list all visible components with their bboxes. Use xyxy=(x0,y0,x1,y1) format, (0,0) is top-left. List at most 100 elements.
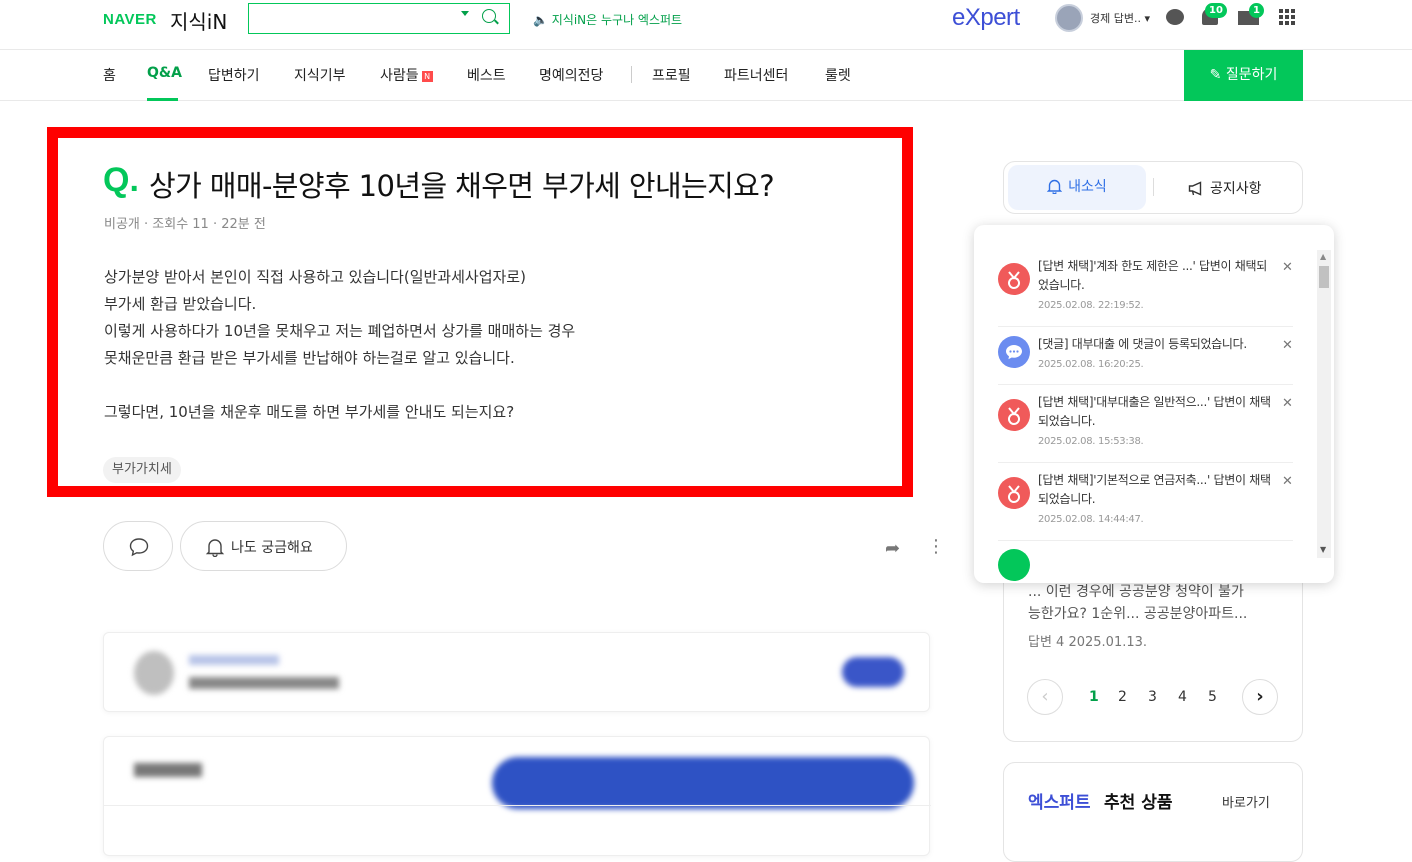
notification-text: [댓글] 대부대출 에 댓글이 등록되었습니다. xyxy=(1038,337,1247,351)
related-meta: 답변 4 2025.01.13. xyxy=(1028,635,1148,650)
notification-item[interactable]: [답변 채택]'대부대출은 일반적으...' 답변이 채택되었습니다. 2025… xyxy=(998,393,1293,463)
expert-view-all-link[interactable]: 바로가기 xyxy=(1222,792,1270,811)
page-3[interactable]: 3 xyxy=(1148,689,1157,705)
expert-logo[interactable]: eXpert xyxy=(952,4,1020,32)
notification-date: 2025.02.08. 14:44:47. xyxy=(1038,514,1144,525)
nav-divider xyxy=(631,66,632,83)
scroll-up-arrow-icon[interactable]: ▲ xyxy=(1320,252,1326,261)
bell-plus-icon xyxy=(205,539,225,557)
body-line: 못채운만큼 환급 받은 부가세를 반납해야 하는걸로 알고 있습니다. xyxy=(104,349,515,367)
close-icon[interactable]: ✕ xyxy=(1282,260,1293,275)
nav-people[interactable]: 사람들 N xyxy=(380,65,433,85)
notification-text: [답변 채택]'대부대출은 일반적으...' 답변이 채택되었습니다. xyxy=(1038,395,1271,428)
medal-icon xyxy=(998,399,1030,431)
tab-divider xyxy=(1153,178,1154,196)
blurred-text xyxy=(189,655,279,665)
scroll-down-arrow-icon[interactable]: ▼ xyxy=(1320,545,1326,554)
medal-icon xyxy=(998,477,1030,509)
body-line: 상가분양 받아서 본인이 직접 사용하고 있습니다(일반과세사업자로) xyxy=(104,268,526,286)
nav-partner-center[interactable]: 파트너센터 xyxy=(724,65,788,85)
ask-question-button[interactable]: ✎ 질문하기 xyxy=(1184,50,1303,101)
promo-link[interactable]: 🔈 지식iN은 누구나 엑스퍼트 xyxy=(533,11,682,28)
megaphone-icon xyxy=(1188,181,1202,196)
nav-home[interactable]: 홈 xyxy=(103,65,116,85)
question-body: 상가분양 받아서 본인이 직접 사용하고 있습니다(일반과세사업자로) 부가세 … xyxy=(104,264,864,426)
question-tag[interactable]: 부가가치세 xyxy=(103,457,181,483)
notification-item[interactable]: [댓글] 대부대출 에 댓글이 등록되었습니다. 2025.02.08. 16:… xyxy=(998,335,1293,385)
blurred-text xyxy=(189,677,339,689)
user-name: 경제 답변.. xyxy=(1090,12,1141,25)
notification-date: 2025.02.08. 16:20:25. xyxy=(1038,359,1144,370)
top-header: NAVER 지식iN 🔈 지식iN은 누구나 엑스퍼트 eXpert 경제 답변… xyxy=(0,0,1412,50)
body-line: 그렇다면, 10년을 채운후 매도를 하면 부가세를 안내도 되는지요? xyxy=(104,403,515,421)
scrollbar-thumb[interactable] xyxy=(1319,266,1329,288)
nav-roulette[interactable]: 룰렛 xyxy=(825,65,851,85)
notification-date: 2025.02.08. 22:19:52. xyxy=(1038,300,1144,311)
blurred-text xyxy=(134,763,202,777)
comment-bubble-icon xyxy=(998,336,1030,368)
bell-icon xyxy=(1046,179,1063,195)
page-1[interactable]: 1 xyxy=(1089,689,1099,705)
tab-notice[interactable]: 공지사항 xyxy=(1188,178,1262,198)
nav-qna[interactable]: Q&A xyxy=(147,65,182,81)
tab-my-news-label: 내소식 xyxy=(1068,179,1107,195)
notification-text: [답변 채택]'계좌 한도 제한은 ...' 답변이 채택되었습니다. xyxy=(1038,259,1267,292)
share-icon[interactable]: ➦ xyxy=(885,538,900,559)
kin-logo[interactable]: 지식iN xyxy=(170,6,227,35)
nav-profile[interactable]: 프로필 xyxy=(652,65,691,85)
prev-page-button[interactable]: ‹ xyxy=(1027,679,1063,715)
search-icon[interactable] xyxy=(482,9,496,23)
notification-popup: [답변 채택]'계좌 한도 제한은 ...' 답변이 채택되었습니다. 2025… xyxy=(974,225,1334,583)
partial-notification-icon xyxy=(998,549,1030,581)
notification-text: [답변 채택]'기본적으로 연금저축...' 답변이 채택되었습니다. xyxy=(1038,473,1271,506)
answer-card xyxy=(103,736,931,856)
answer-card xyxy=(103,632,930,712)
close-icon[interactable]: ✕ xyxy=(1282,338,1293,353)
tab-notice-label: 공지사항 xyxy=(1210,181,1262,197)
main-nav: 홈 Q&A 답변하기 지식기부 사람들 N 베스트 명예의전당 프로필 파트너센터… xyxy=(0,50,1412,101)
more-options-icon[interactable]: ⋮ xyxy=(927,536,945,557)
medal-icon xyxy=(998,263,1030,295)
expert-recommend-panel: 엑스퍼트 추천 상품 바로가기 xyxy=(1003,762,1303,862)
comment-button[interactable] xyxy=(103,521,173,571)
curious-label: 나도 궁금해요 xyxy=(231,540,313,556)
apps-grid-icon[interactable] xyxy=(1279,9,1295,25)
nav-answer[interactable]: 답변하기 xyxy=(208,65,260,85)
chat-icon[interactable] xyxy=(1166,9,1184,25)
nav-hall-of-fame[interactable]: 명예의전당 xyxy=(539,65,603,85)
notification-item[interactable]: [답변 채택]'계좌 한도 제한은 ...' 답변이 채택되었습니다. 2025… xyxy=(998,257,1293,327)
notification-count-badge: 10 xyxy=(1205,3,1227,18)
notification-date: 2025.02.08. 15:53:38. xyxy=(1038,436,1144,447)
divider xyxy=(104,805,931,806)
next-page-button[interactable]: › xyxy=(1242,679,1278,715)
close-icon[interactable]: ✕ xyxy=(1282,474,1293,489)
close-icon[interactable]: ✕ xyxy=(1282,396,1293,411)
blurred-button xyxy=(842,657,904,687)
body-line: 이렇게 사용하다가 10년을 못채우고 저는 폐업하면서 상가를 매매하는 경우 xyxy=(104,322,576,340)
nav-donation[interactable]: 지식기부 xyxy=(294,65,346,85)
nav-best[interactable]: 베스트 xyxy=(467,65,506,85)
expert-title-b: 추천 상품 xyxy=(1104,793,1173,813)
user-name-menu[interactable]: 경제 답변.. ▾ xyxy=(1090,10,1150,26)
page-2[interactable]: 2 xyxy=(1118,689,1127,705)
blurred-answer-button xyxy=(492,757,914,809)
comment-icon xyxy=(129,538,149,557)
related-snippet[interactable]: ... 이런 경우에 공공분양 청약이 불가 xyxy=(1028,581,1244,601)
naver-logo[interactable]: NAVER xyxy=(103,11,157,28)
search-dropdown-icon[interactable] xyxy=(461,11,469,16)
notification-scrollbar[interactable] xyxy=(1317,250,1331,558)
page-5[interactable]: 5 xyxy=(1208,689,1217,705)
page-4[interactable]: 4 xyxy=(1178,689,1187,705)
curious-button[interactable]: 나도 궁금해요 xyxy=(180,521,347,571)
mail-count-badge: 1 xyxy=(1249,3,1264,18)
notification-item[interactable]: [답변 채택]'기본적으로 연금저축...' 답변이 채택되었습니다. 2025… xyxy=(998,471,1293,541)
user-avatar[interactable] xyxy=(1055,4,1083,32)
tab-my-news[interactable]: 내소식 xyxy=(1008,165,1146,210)
nav-active-underline xyxy=(147,98,178,101)
related-snippet[interactable]: 능한가요? 1순위... 공공분양아파트... xyxy=(1028,603,1247,623)
nav-people-label: 사람들 xyxy=(380,68,419,84)
new-badge: N xyxy=(421,71,433,82)
question-meta: 비공개 · 조회수 11 · 22분 전 xyxy=(104,217,266,232)
expert-title-a: 엑스퍼트 xyxy=(1028,793,1091,813)
search-input[interactable] xyxy=(248,3,510,34)
